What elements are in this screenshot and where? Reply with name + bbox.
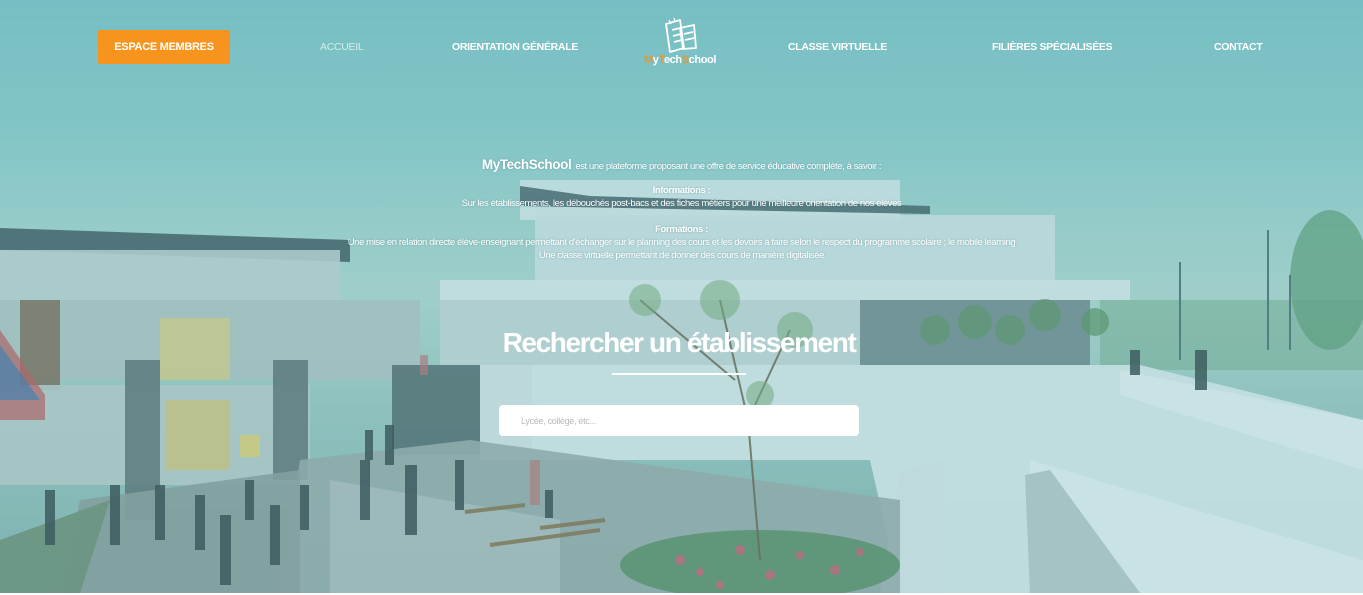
training-text-2: Une classe virtuelle permettant de donne… — [538, 250, 825, 261]
logo-wordmark: MyTechSchool — [643, 54, 717, 66]
books-icon — [665, 17, 697, 53]
brand-name: MyTechSchool — [481, 157, 572, 172]
search-title: Rechercher un établissement — [502, 327, 857, 358]
nav-link-virtual-class[interactable]: CLASSE VIRTUELLE — [788, 41, 887, 53]
nav-link-specialized[interactable]: FILIÈRES SPÉCIALISÉES — [992, 41, 1113, 53]
search-input[interactable] — [499, 405, 859, 436]
info-title: Informations : — [652, 185, 711, 196]
title-underline — [612, 373, 746, 375]
training-text-1: Une mise en relation directe élève-ensei… — [347, 237, 1016, 248]
nav-link-orientation[interactable]: ORIENTATION GÉNÉRALE — [452, 41, 578, 53]
intro-description: est une plateforme proposant une offre d… — [575, 161, 882, 172]
members-area-button[interactable]: ESPACE MEMBRES — [98, 30, 230, 64]
training-title: Formations : — [655, 224, 708, 235]
hero-background — [0, 0, 1363, 593]
nav-link-home[interactable]: ACCUEIL — [320, 41, 364, 53]
color-overlay — [0, 0, 1363, 593]
intro-line: MyTechSchool est une plateforme proposant… — [0, 157, 1363, 172]
site-logo[interactable]: MyTechSchool — [636, 17, 724, 70]
info-text: Sur les établissements, les débouchés po… — [461, 198, 902, 209]
nav-link-contact[interactable]: CONTACT — [1214, 41, 1263, 53]
